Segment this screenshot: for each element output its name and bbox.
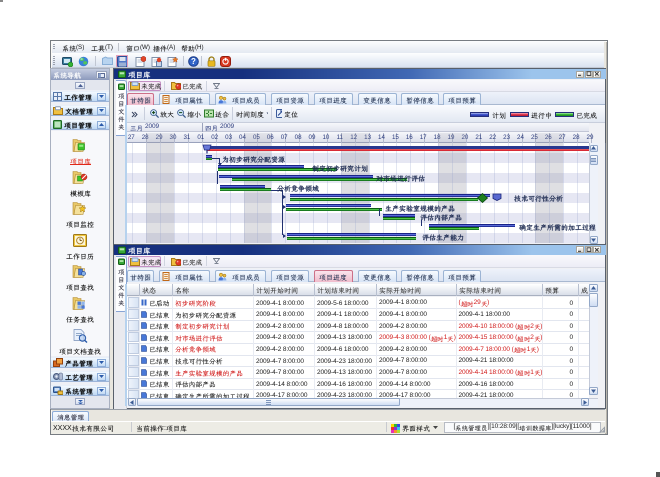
svg-text:?: ? [191, 57, 196, 66]
